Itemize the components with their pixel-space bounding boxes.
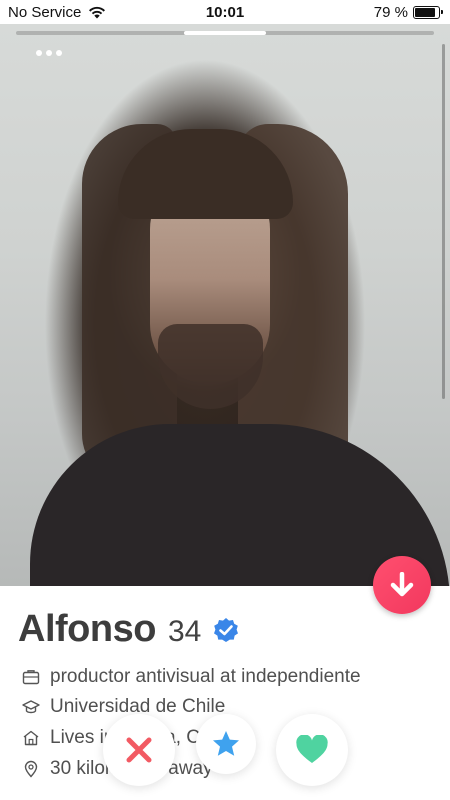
- graduation-cap-icon: [22, 700, 40, 714]
- location-pin-icon: [24, 760, 38, 778]
- arrow-down-icon: [390, 572, 414, 597]
- heart-icon: [296, 735, 328, 763]
- like-button[interactable]: [276, 714, 348, 786]
- profile-photo[interactable]: [0, 24, 450, 586]
- x-icon: [126, 737, 152, 763]
- more-dots-icon[interactable]: [36, 50, 66, 60]
- profile-age: 34: [167, 615, 202, 648]
- nope-button[interactable]: [103, 714, 175, 786]
- briefcase-icon: [22, 670, 40, 685]
- home-icon: [23, 730, 39, 746]
- battery-icon: [413, 6, 443, 19]
- name-row: Alfonso 34: [18, 608, 239, 651]
- star-icon: [213, 731, 239, 756]
- profile-name: Alfonso: [18, 608, 156, 650]
- scrollbar[interactable]: [442, 44, 445, 399]
- verified-check-icon: [214, 618, 239, 642]
- job-row: productor antivisual at independiente: [22, 666, 361, 688]
- status-bar: No Service 10:01 79 %: [0, 0, 450, 24]
- super-like-button[interactable]: [196, 714, 256, 774]
- battery-percent: 79 %: [373, 4, 408, 21]
- collapse-profile-button[interactable]: [373, 556, 431, 614]
- job-text: productor antivisual at independiente: [50, 666, 361, 687]
- school-row: Universidad de Chile: [22, 696, 225, 718]
- photo-indicator-active: [184, 31, 266, 35]
